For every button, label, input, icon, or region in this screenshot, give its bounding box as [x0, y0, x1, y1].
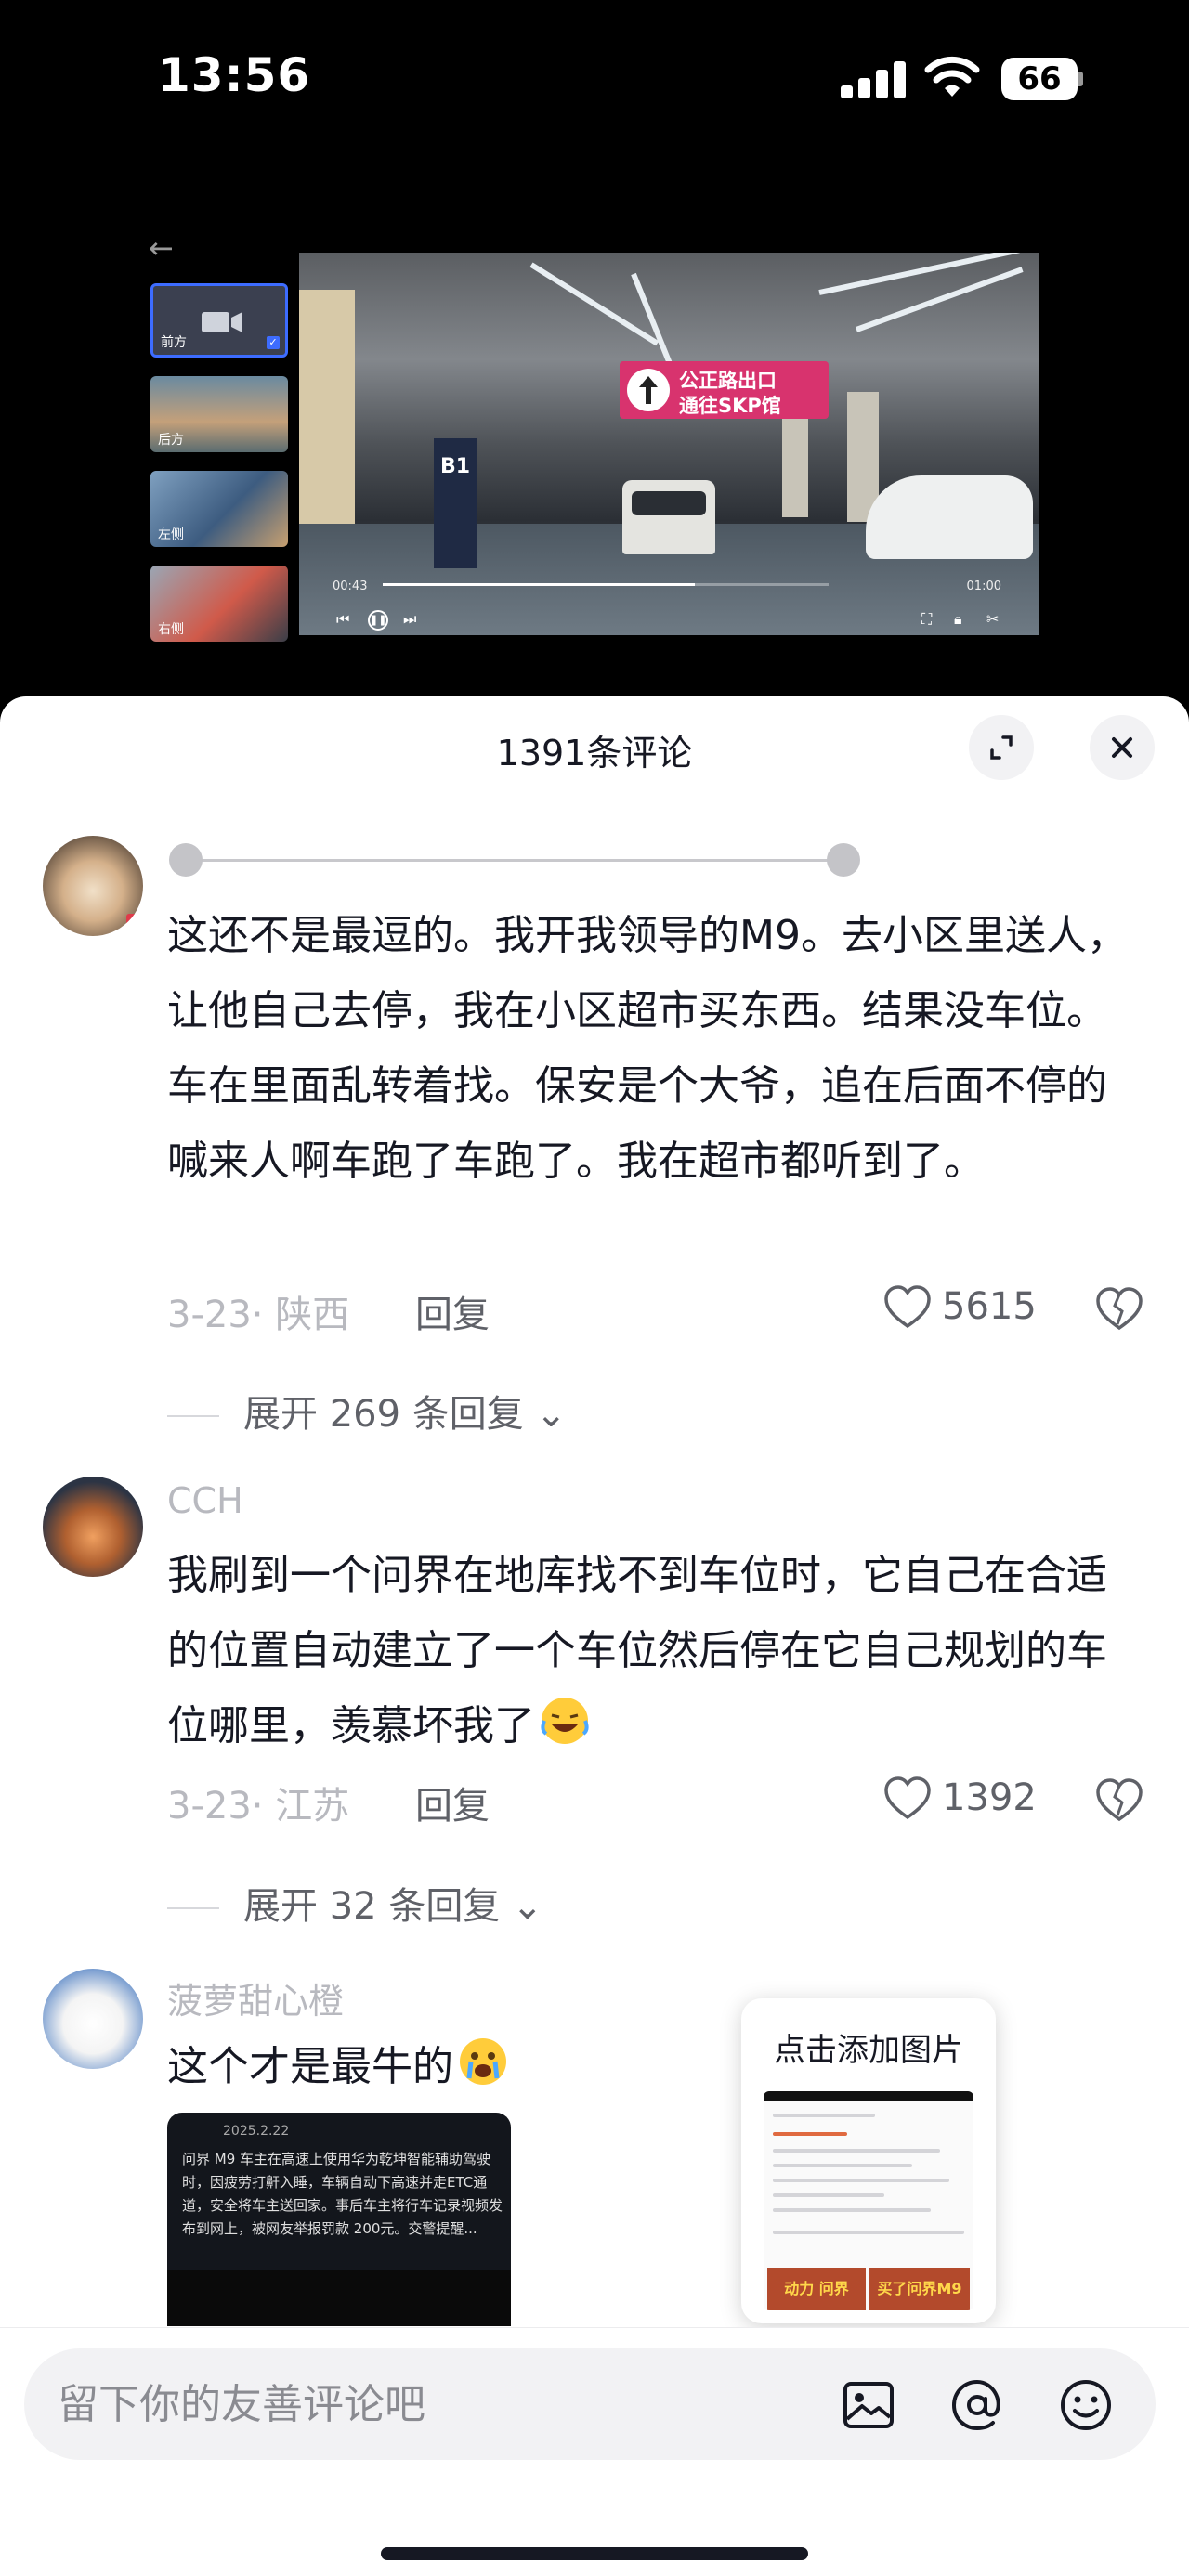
status-time: 13:56 [158, 48, 311, 102]
vehicle [622, 480, 715, 554]
parked-car [866, 475, 1033, 559]
video-progress-fill [383, 583, 695, 586]
checkmark-icon: ✓ [267, 336, 280, 349]
like-count: 1392 [942, 1776, 1037, 1819]
user-name-redacted-bar [184, 859, 843, 862]
parking-exit-sign: 公正路出口 通往SKP馆 [620, 361, 829, 419]
battery-icon: 66 [1001, 58, 1083, 100]
reply-button[interactable]: 回复 [415, 1284, 490, 1338]
sign-line1: 公正路出口 [679, 370, 777, 392]
emoji-icon[interactable] [1055, 2374, 1117, 2436]
laughing-crying-emoji-icon [541, 1698, 589, 1744]
heart-icon [884, 1776, 931, 1820]
video-region[interactable]: ← 前方 ✓ 后方 左侧 右侧 公正路出口 通往SKP馆 B1 00:43 01… [0, 158, 1189, 696]
camera-thumbnail-list: 前方 ✓ 后方 左侧 右侧 [150, 283, 288, 660]
banner-left: 动力 问界 [767, 2268, 866, 2310]
heart-icon [884, 1285, 931, 1329]
like-button[interactable]: 5615 [882, 1281, 1040, 1337]
image-icon[interactable] [838, 2374, 899, 2436]
lock-icon[interactable]: 🔒︎ [954, 610, 962, 629]
comment-text-body: 这个才是最牛的 [167, 2043, 453, 2090]
reply-button[interactable]: 回复 [415, 1776, 490, 1829]
comment-text: 这个才是最牛的 [167, 2029, 1143, 2104]
cellular-signal-icon [841, 59, 906, 98]
video-progress-bar[interactable] [383, 583, 829, 586]
thumbnail-front[interactable]: 前方 ✓ [150, 283, 288, 358]
sheet-header: 1391条评论 [0, 696, 1189, 803]
broken-heart-icon[interactable] [1094, 1776, 1144, 1827]
like-button[interactable]: 1392 [882, 1773, 1040, 1828]
expand-replies-label: 展开 32 条回复 [243, 1885, 501, 1928]
expand-replies-label: 展开 269 条回复 [243, 1393, 524, 1436]
add-image-popup[interactable]: 点击添加图片 动力 问界 买了问界M9 [741, 1998, 996, 2323]
close-button[interactable] [1090, 715, 1155, 780]
popup-title: 点击添加图片 [774, 2032, 963, 2069]
video-camera-icon [202, 312, 242, 332]
chevron-down-icon: ⌄ [512, 1885, 543, 1928]
expand-icon [990, 735, 1013, 760]
shared-post-image[interactable]: 2025.2.22 问界 M9 车主在高速上使用华为乾坤智能辅助驾驶时，因疲劳打… [167, 2113, 511, 2326]
banner-right: 买了问界M9 [869, 2268, 970, 2310]
comment-input-bar [0, 2327, 1189, 2576]
slider-knob-right [827, 843, 860, 877]
avatar[interactable] [43, 836, 143, 936]
username[interactable]: CCH [167, 1480, 243, 1521]
share-video-frame [167, 2270, 511, 2326]
expand-replies-button[interactable]: 展开 269 条回复 ⌄ [167, 1384, 567, 1438]
avatar[interactable] [43, 1477, 143, 1577]
thumbnail-right[interactable]: 右侧 [150, 566, 288, 642]
comment-input[interactable] [58, 2369, 801, 2439]
back-arrow-icon[interactable]: ← [149, 230, 174, 266]
fullscreen-icon[interactable]: ⛶ [921, 610, 932, 629]
comment-text-body: 我刷到一个问界在地库找不到车位时，它自己在合适的位置自动建立了一个车位然后停在它… [167, 1552, 1107, 1750]
level-board: B1 [434, 438, 477, 568]
comment-text: 这还不是最逗的。我开我领导的M9。去小区里送人，让他自己去停，我在小区超市买东西… [167, 912, 1128, 1185]
wifi-icon [924, 56, 980, 97]
avatar[interactable] [43, 1969, 143, 2069]
comment-input-container[interactable] [24, 2348, 1156, 2460]
expand-sheet-button[interactable] [969, 715, 1034, 780]
home-indicator [381, 2547, 808, 2560]
at-mention-icon[interactable] [947, 2374, 1008, 2436]
thumbnail-label: 右侧 [158, 622, 184, 637]
elapsed-time: 00:43 [333, 579, 368, 593]
previous-icon[interactable]: ⏮ [336, 610, 349, 629]
comment-meta: 3-23· 江苏 [167, 1785, 350, 1828]
like-count: 5615 [942, 1285, 1037, 1328]
crop-icon[interactable]: ✂ [986, 610, 999, 628]
slider-knob-left [169, 843, 203, 877]
video-player[interactable]: 公正路出口 通往SKP馆 B1 00:43 01:00 ⏮ ❚❚ ⏭ ⛶ 🔒︎ … [299, 253, 1039, 635]
thumbnail-label: 前方 [161, 335, 187, 350]
recent-screenshot-thumbnail[interactable]: 动力 问界 买了问界M9 [764, 2091, 973, 2310]
expand-replies-button[interactable]: 展开 32 条回复 ⌄ [167, 1876, 543, 1930]
share-date: 2025.2.22 [223, 2124, 290, 2139]
comment-text: 我刷到一个问界在地库找不到车位时，它自己在合适的位置自动建立了一个车位然后停在它… [167, 1538, 1143, 1763]
broken-heart-icon[interactable] [1094, 1285, 1144, 1335]
username[interactable]: 菠萝甜心橙 [167, 1972, 344, 2023]
sign-line2: 通往SKP馆 [679, 395, 781, 417]
pause-icon[interactable]: ❚❚ [368, 610, 388, 631]
thumbnail-rear[interactable]: 后方 [150, 376, 288, 452]
crying-emoji-icon [460, 2038, 506, 2085]
chevron-down-icon: ⌄ [535, 1393, 568, 1436]
comment-meta: 3-23· 陕西 [167, 1294, 350, 1336]
close-icon [1112, 737, 1132, 758]
thumbnail-left[interactable]: 左侧 [150, 471, 288, 547]
share-text: 问界 M9 车主在高速上使用华为乾坤智能辅助驾驶时，因疲劳打鼾入睡，车辆自动下高… [182, 2151, 503, 2237]
up-arrow-icon [627, 369, 670, 411]
status-bar: 13:56 66 [0, 0, 1189, 158]
next-icon[interactable]: ⏭ [403, 610, 416, 629]
battery-level: 66 [1001, 58, 1078, 100]
total-duration: 01:00 [966, 579, 1001, 593]
thumbnail-label: 后方 [158, 433, 184, 448]
video-controls: ⏮ ❚❚ ⏭ ⛶ 🔒︎ ✂ [336, 610, 1005, 631]
thumbnail-label: 左侧 [158, 527, 184, 542]
